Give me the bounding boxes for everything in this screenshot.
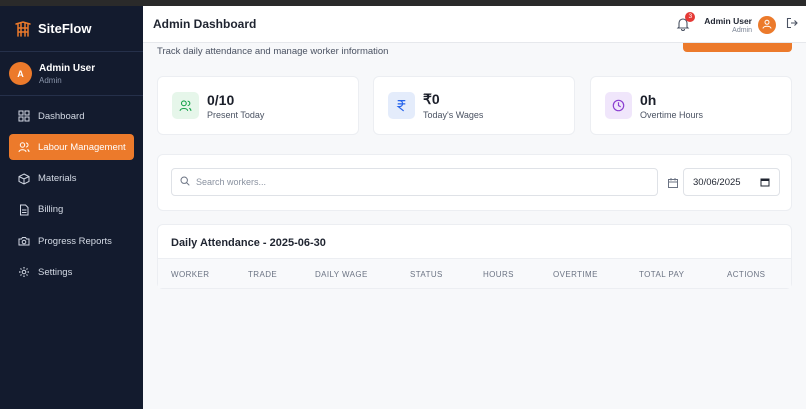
logout-icon	[786, 16, 798, 33]
sidebar-user-role: Admin	[39, 75, 62, 85]
user-avatar-button[interactable]	[758, 15, 776, 34]
header-user-name: Admin User	[704, 15, 752, 26]
users-icon	[18, 141, 30, 153]
sidebar-item-label: Billing	[38, 204, 64, 216]
column-header-overtime[interactable]: OVERTIME	[553, 270, 598, 279]
date-picker[interactable]: 30/06/2025	[683, 168, 780, 196]
sidebar-item-label: Labour Management	[38, 141, 126, 153]
calendar-icon	[667, 176, 679, 188]
sidebar: SiteFlow A Admin User Admin Dashboard La…	[0, 6, 143, 409]
siteflow-logo-icon	[14, 20, 32, 38]
sidebar-item-label: Settings	[38, 266, 73, 278]
gear-icon	[18, 266, 30, 278]
rupee-icon	[388, 92, 415, 119]
stat-card-present: 0/10 Present Today	[157, 76, 359, 135]
column-header-actions[interactable]: ACTIONS	[727, 270, 765, 279]
sidebar-user-name: Admin User	[39, 62, 96, 74]
stat-value: 0h	[640, 91, 657, 108]
search-box[interactable]	[171, 168, 658, 196]
users-icon	[172, 92, 199, 119]
filter-bar: 30/06/2025	[157, 154, 792, 211]
sidebar-item-labour-management[interactable]: Labour Management	[9, 134, 134, 161]
user-icon	[762, 16, 772, 34]
header-user: Admin User Admin	[704, 16, 752, 34]
sidebar-item-label: Materials	[38, 173, 77, 185]
main-content: Admin Dashboard 3 Admin User Admin Track…	[143, 6, 806, 409]
sidebar-item-dashboard[interactable]: Dashboard	[9, 103, 134, 129]
sidebar-item-materials[interactable]: Materials	[9, 166, 134, 192]
logout-button[interactable]	[786, 16, 798, 34]
column-header-worker[interactable]: WORKER	[171, 270, 209, 279]
sidebar-item-settings[interactable]: Settings	[9, 259, 134, 285]
clock-icon	[605, 92, 632, 119]
sidebar-item-label: Progress Reports	[38, 235, 112, 247]
header-user-role: Admin	[732, 26, 752, 34]
notifications-button[interactable]: 3	[676, 11, 696, 33]
column-header-total-pay[interactable]: TOTAL PAY	[639, 270, 684, 279]
sidebar-item-label: Dashboard	[38, 110, 85, 122]
calendar-picker-icon[interactable]	[760, 177, 770, 187]
top-header: Admin Dashboard 3 Admin User Admin	[143, 6, 806, 43]
sidebar-nav: Dashboard Labour Management Materials Bi…	[0, 96, 143, 298]
notification-count-badge: 3	[685, 11, 696, 22]
sidebar-user: A Admin User Admin	[0, 52, 143, 96]
brand[interactable]: SiteFlow	[0, 6, 143, 52]
stat-value: 0/10	[207, 91, 235, 108]
avatar: A	[9, 62, 32, 85]
add-worker-button[interactable]	[683, 43, 792, 52]
column-header-hours[interactable]: HOURS	[483, 270, 514, 279]
brand-name: SiteFlow	[38, 21, 92, 36]
stat-card-wages: ₹0 Today's Wages	[373, 76, 575, 135]
column-header-daily-wage[interactable]: DAILY WAGE	[315, 270, 368, 279]
search-input[interactable]	[196, 177, 636, 187]
table-header: WORKER TRADE DAILY WAGE STATUS HOURS OVE…	[158, 258, 791, 288]
stat-label: Overtime Hours	[640, 109, 704, 120]
page-title: Admin Dashboard	[153, 17, 257, 31]
stat-label: Present Today	[207, 109, 265, 120]
sidebar-item-billing[interactable]: Billing	[9, 197, 134, 223]
stat-value: ₹0	[423, 91, 440, 107]
attendance-table: Daily Attendance - 2025-06-30 WORKER TRA…	[157, 224, 792, 289]
grid-icon	[18, 110, 30, 122]
column-header-status[interactable]: STATUS	[410, 270, 443, 279]
search-icon	[180, 173, 196, 191]
column-header-trade[interactable]: TRADE	[248, 270, 277, 279]
stat-card-overtime: 0h Overtime Hours	[590, 76, 792, 135]
box-icon	[18, 173, 30, 185]
page-subtitle: Track daily attendance and manage worker…	[157, 46, 389, 57]
document-icon	[18, 204, 30, 216]
stat-label: Today's Wages	[423, 110, 484, 120]
attendance-title: Daily Attendance - 2025-06-30	[171, 237, 326, 249]
date-value: 30/06/2025	[693, 176, 741, 188]
sidebar-item-progress-reports[interactable]: Progress Reports	[9, 228, 134, 254]
camera-icon	[18, 235, 30, 247]
